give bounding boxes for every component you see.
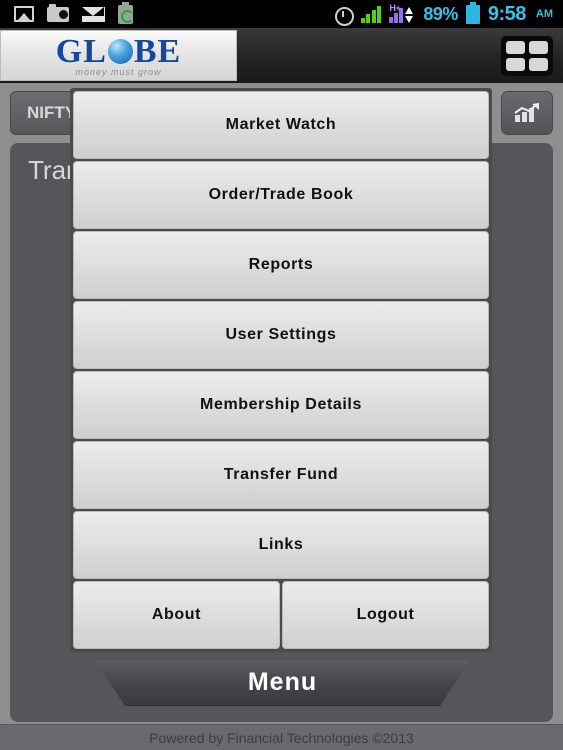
menu-item-label: Reports	[248, 256, 314, 273]
menu-item-label: Transfer Fund	[223, 466, 339, 483]
signal-bars-icon	[360, 5, 382, 23]
menu-row: Reports	[72, 230, 490, 300]
menu-item-order-trade-book[interactable]: Order/Trade Book	[73, 161, 489, 229]
menu-item-transfer-fund[interactable]: Transfer Fund	[73, 441, 489, 509]
menu-item-label: User Settings	[225, 326, 337, 343]
menu-item-about[interactable]: About	[73, 581, 280, 649]
grid-cell	[506, 41, 525, 54]
menu-tab-button[interactable]: Menu	[95, 660, 470, 706]
hplus-data-icon: H+	[389, 3, 415, 23]
phone-screen: H+ 89% 9:58 AM GL BE money must grow NIF…	[0, 0, 563, 750]
menu-item-label: Logout	[356, 606, 415, 623]
battery-saver-icon	[118, 1, 134, 24]
alarm-clock-icon	[334, 5, 354, 26]
menu-item-logout[interactable]: Logout	[282, 581, 489, 649]
menu-item-membership-details[interactable]: Membership Details	[73, 371, 489, 439]
grid-menu-icon[interactable]	[501, 36, 553, 76]
chart-button[interactable]	[501, 91, 553, 135]
globe-logo: GL BE money must grow	[0, 30, 237, 81]
menu-row: User Settings	[72, 300, 490, 370]
battery-icon	[465, 1, 480, 24]
menu-item-label: Order/Trade Book	[208, 186, 354, 203]
status-bar: H+ 89% 9:58 AM	[0, 0, 563, 28]
menu-item-label: Links	[258, 536, 304, 553]
menu-item-label: Membership Details	[200, 396, 362, 413]
gallery-icon	[14, 6, 34, 22]
menu-item-label: About	[151, 606, 202, 623]
menu-row: Links	[72, 510, 490, 580]
scrip-label: NIFTY	[27, 103, 77, 122]
logo-text-left: GL	[55, 32, 107, 70]
menu-row: About Logout	[72, 580, 490, 650]
menu-row: Membership Details	[72, 370, 490, 440]
logo-wordmark: GL BE	[55, 32, 182, 70]
hplus-label: H+	[389, 3, 401, 13]
clock-ampm: AM	[535, 8, 553, 20]
menu-overlay: Market Watch Order/Trade Book Reports User …	[70, 88, 492, 652]
grid-cell	[529, 41, 548, 54]
logo-tagline: money must grow	[75, 66, 162, 77]
menu-row: Transfer Fund	[72, 440, 490, 510]
camera-icon	[47, 3, 69, 22]
footer-credit: Powered by Financial Technologies ©2013	[0, 724, 563, 750]
menu-row: Order/Trade Book	[72, 160, 490, 230]
menu-item-label: Market Watch	[225, 116, 337, 133]
status-bar-left-icons	[0, 1, 134, 24]
data-transfer-arrows-icon	[405, 7, 414, 23]
menu-item-user-settings[interactable]: User Settings	[73, 301, 489, 369]
logo-text-right: BE	[133, 32, 182, 70]
menu-tab-wrapper: Menu	[95, 660, 470, 706]
grid-cell	[529, 58, 548, 71]
status-bar-right-icons: H+ 89% 9:58 AM	[334, 1, 563, 26]
globe-sphere-icon	[107, 39, 133, 64]
menu-item-reports[interactable]: Reports	[73, 231, 489, 299]
mail-icon	[82, 6, 105, 22]
grid-cell	[506, 58, 525, 71]
menu-item-market-watch[interactable]: Market Watch	[73, 91, 489, 159]
menu-item-links[interactable]: Links	[73, 511, 489, 579]
clock-time: 9:58	[487, 2, 527, 25]
app-header: GL BE money must grow	[0, 28, 563, 83]
battery-percent-label: 89%	[423, 3, 458, 24]
menu-tab-label: Menu	[247, 668, 318, 696]
menu-row: Market Watch	[72, 90, 490, 160]
chart-icon	[514, 103, 539, 122]
